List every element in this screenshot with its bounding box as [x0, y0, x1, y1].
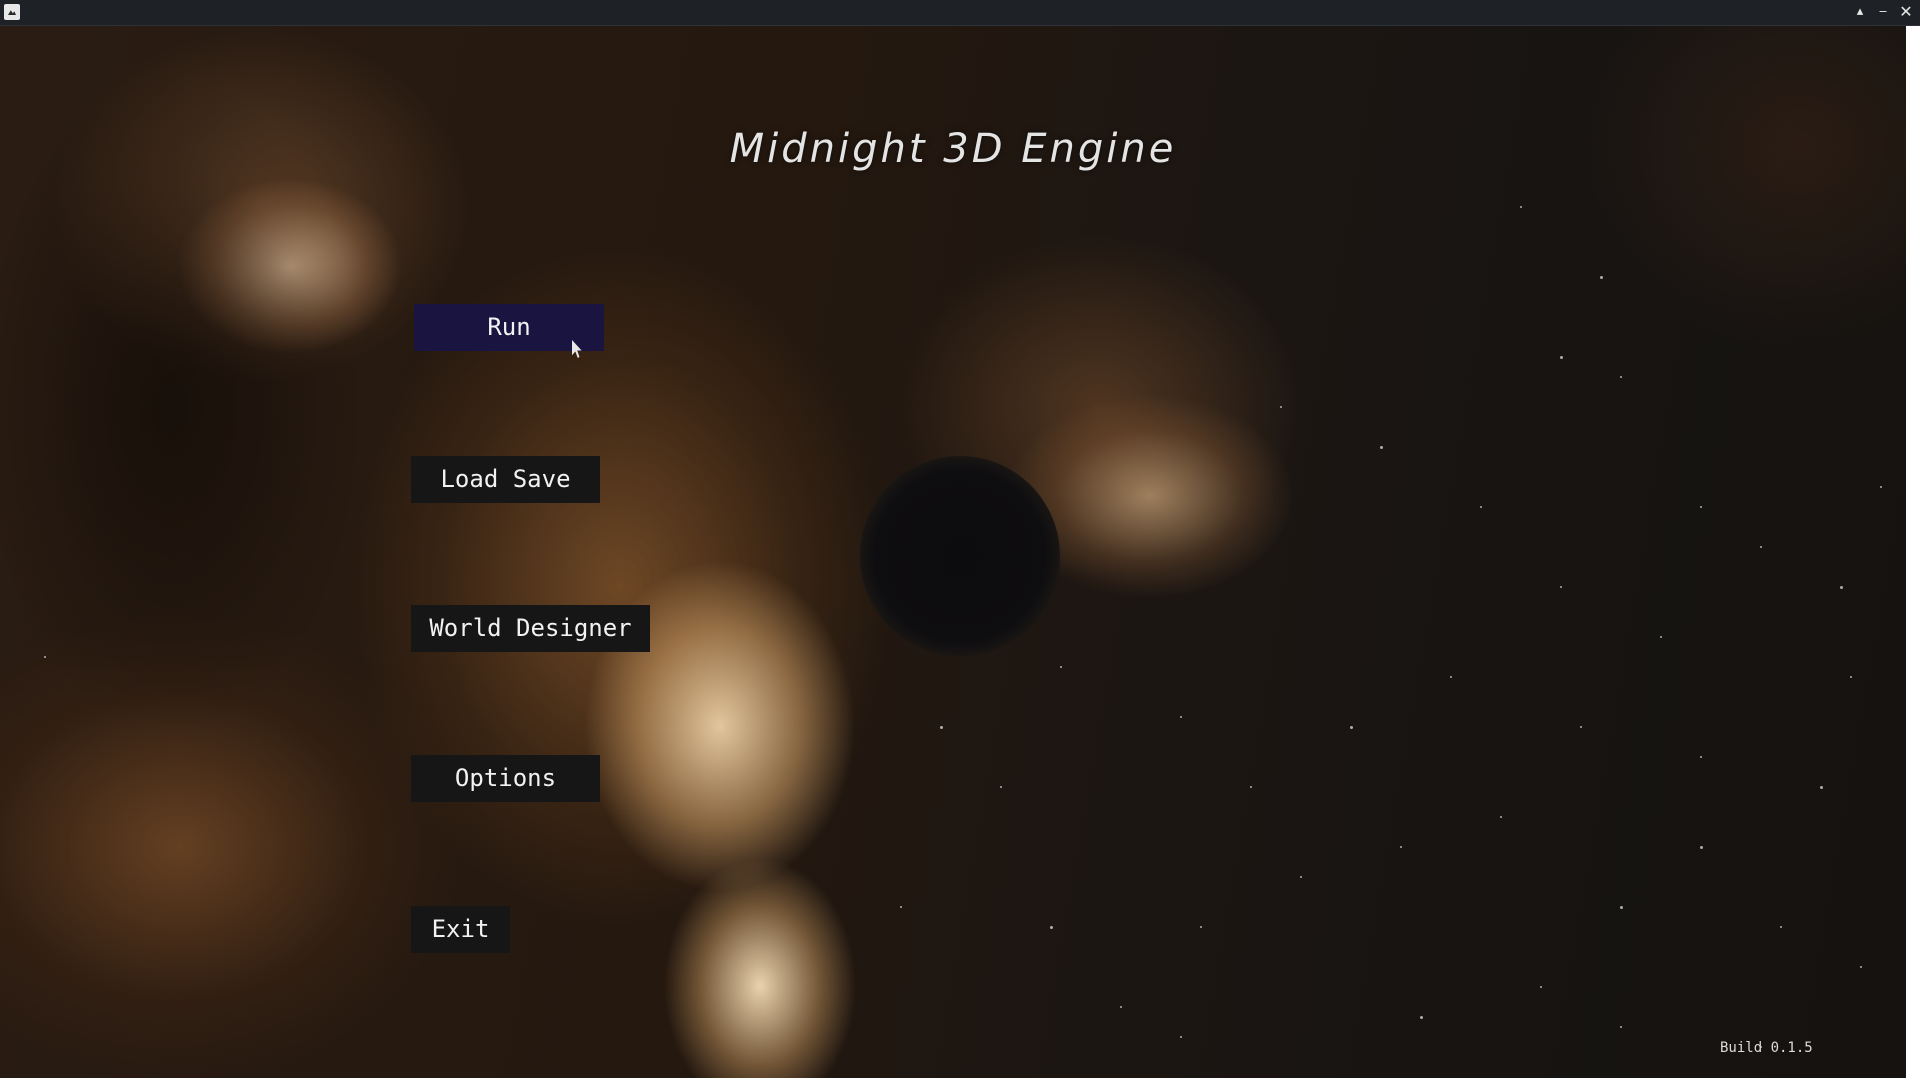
world-designer-button[interactable]: World Designer	[411, 605, 650, 652]
star	[1520, 206, 1522, 208]
star	[1540, 986, 1542, 988]
minimize-icon[interactable]: ‒	[1873, 2, 1893, 22]
star	[900, 906, 902, 908]
star	[1120, 1006, 1122, 1008]
star	[1780, 926, 1782, 928]
star	[940, 726, 943, 729]
page-title: Midnight 3D Engine	[729, 126, 1177, 172]
star	[1200, 926, 1202, 928]
star	[1700, 506, 1702, 508]
star	[1620, 1026, 1622, 1028]
image-app-icon[interactable]	[4, 4, 20, 20]
exit-button[interactable]: Exit	[411, 906, 510, 953]
nebula-background: Midnight 3D Engine Run Load Save World D…	[0, 26, 1906, 1078]
star	[1500, 816, 1502, 818]
star	[1660, 636, 1662, 638]
star	[1300, 876, 1302, 878]
star	[1620, 906, 1623, 909]
star	[1000, 786, 1002, 788]
star	[1840, 586, 1843, 589]
star	[1060, 666, 1062, 668]
star	[1600, 276, 1603, 279]
star	[1350, 726, 1353, 729]
star	[1620, 376, 1622, 378]
star	[1420, 1016, 1423, 1019]
star	[1050, 926, 1053, 929]
star	[1820, 786, 1823, 789]
star	[1400, 846, 1402, 848]
options-button[interactable]: Options	[411, 755, 600, 802]
star	[1850, 676, 1852, 678]
star	[1880, 486, 1882, 488]
star	[44, 656, 46, 658]
star	[1480, 506, 1482, 508]
load-save-button[interactable]: Load Save	[411, 456, 600, 503]
star	[1450, 676, 1452, 678]
title-bar: ▴ ‒ ✕	[0, 0, 1920, 26]
star	[1250, 786, 1252, 788]
star	[1380, 446, 1383, 449]
star	[1860, 966, 1862, 968]
maximize-icon[interactable]: ▴	[1850, 2, 1870, 22]
star	[1700, 756, 1702, 758]
star	[1580, 726, 1582, 728]
window-edge	[1906, 26, 1920, 1080]
app-window: ▴ ‒ ✕ Midnight 3D Engine Run Load Save W…	[0, 0, 1920, 1080]
star	[1280, 406, 1282, 408]
star	[1760, 546, 1762, 548]
star	[1560, 586, 1562, 588]
star	[1180, 1036, 1182, 1038]
black-hole-image	[860, 456, 1060, 656]
close-icon[interactable]: ✕	[1896, 2, 1916, 22]
build-version: Build 0.1.5	[1720, 1040, 1813, 1056]
star	[1180, 716, 1182, 718]
star	[1560, 356, 1563, 359]
star	[1700, 846, 1703, 849]
